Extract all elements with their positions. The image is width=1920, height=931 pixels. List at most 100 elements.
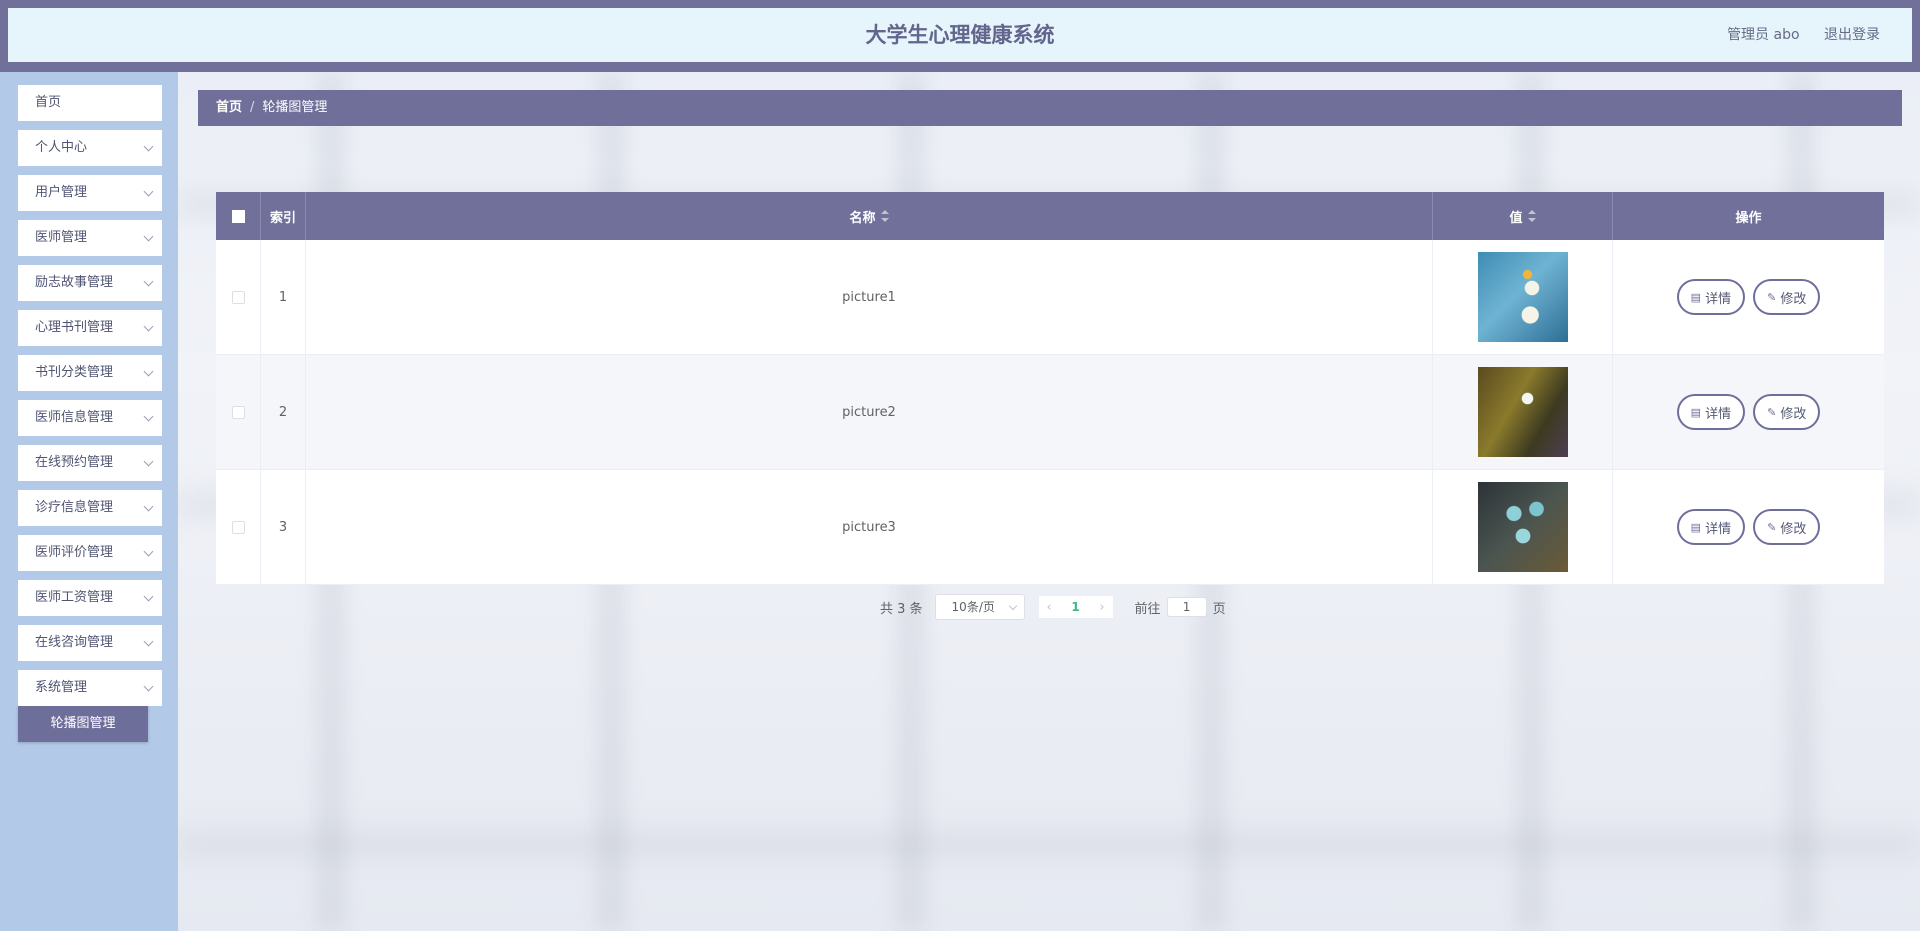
row-index: 2 [261,355,306,469]
sidebar-item[interactable]: 医师工资管理 [18,580,162,616]
row-index: 1 [261,240,306,354]
row-select-cell[interactable] [216,470,261,584]
sidebar-item[interactable]: 在线预约管理 [18,445,162,481]
sidebar-item[interactable]: 个人中心 [18,130,162,166]
edit-icon: ✎ [1767,521,1777,534]
chevron-down-icon [143,276,154,287]
chevron-down-icon [143,591,154,602]
edit-button-label: 修改 [1780,520,1807,536]
sidebar-item[interactable]: 诊疗信息管理 [18,490,162,526]
sort-icon[interactable] [1527,210,1536,222]
header-user-area: 管理员 abo 退出登录 [1707,8,1880,62]
page-size-value: 10条/页 [951,600,995,614]
row-name: picture3 [306,470,1433,584]
sidebar-item-label: 在线咨询管理 [35,635,114,650]
sidebar-item[interactable]: 书刊分类管理 [18,355,162,391]
pagination: 共 3 条 10条/页 ‹ 1 › 前往 1 页 [880,594,1226,620]
table-body: 1 picture1 ▤ 详情 ✎ 修改 2 picture2 ▤ 详情 ✎ 修改 3 picture3 ▤… [216,240,1884,585]
row-index: 3 [261,470,306,584]
page-size-select[interactable]: 10条/页 [934,594,1025,620]
sidebar-item-label: 在线预约管理 [35,455,114,470]
next-page-icon[interactable]: › [1099,600,1104,615]
detail-button-label: 详情 [1705,405,1732,421]
pagination-total: 共 3 条 [880,601,923,617]
row-checkbox[interactable] [231,290,245,304]
breadcrumb-home[interactable]: 首页 [216,100,242,115]
sort-icon[interactable] [880,210,889,222]
page-navigator: ‹ 1 › [1038,596,1113,618]
row-checkbox[interactable] [231,520,245,534]
detail-button-label: 详情 [1705,290,1732,306]
chevron-down-icon [143,546,154,557]
edit-button-label: 修改 [1780,405,1807,421]
sidebar-item[interactable]: 励志故事管理 [18,265,162,301]
chevron-down-icon [143,186,154,197]
sidebar-item[interactable]: 系统管理 [18,670,162,706]
detail-button[interactable]: ▤ 详情 [1676,509,1746,545]
table-row[interactable]: 1 picture1 ▤ 详情 ✎ 修改 [216,240,1884,355]
sidebar-item[interactable]: 医师评价管理 [18,535,162,571]
sidebar-item-label: 医师管理 [35,230,88,245]
row-checkbox[interactable] [231,405,245,419]
table-row[interactable]: 2 picture2 ▤ 详情 ✎ 修改 [216,355,1884,470]
chevron-down-icon [143,456,154,467]
chevron-down-icon [143,681,154,692]
sidebar-subitem-active[interactable]: 轮播图管理 [18,706,148,742]
header-index: 索引 [261,192,306,240]
detail-button[interactable]: ▤ 详情 [1676,394,1746,430]
sidebar-item-label: 个人中心 [35,140,88,155]
edit-icon: ✎ [1767,406,1777,419]
detail-button[interactable]: ▤ 详情 [1676,279,1746,315]
current-page-number[interactable]: 1 [1071,600,1079,614]
chevron-down-icon [143,366,154,377]
breadcrumb-current: 轮播图管理 [262,100,328,115]
edit-button[interactable]: ✎ 修改 [1753,394,1821,430]
header-value[interactable]: 值 [1433,192,1613,240]
edit-button[interactable]: ✎ 修改 [1753,509,1821,545]
app-title: 大学生心理健康系统 [865,23,1055,47]
row-name: picture1 [306,240,1433,354]
chevron-down-icon [143,411,154,422]
page-suffix: 页 [1212,601,1226,617]
table-row[interactable]: 3 picture3 ▤ 详情 ✎ 修改 [216,470,1884,585]
sidebar-item[interactable]: 在线咨询管理 [18,625,162,661]
document-icon: ▤ [1690,406,1702,419]
select-all-checkbox[interactable] [231,209,245,223]
goto-page-input[interactable]: 1 [1166,597,1207,617]
sidebar-item-label: 系统管理 [35,680,88,695]
sidebar-item-label: 医师信息管理 [35,410,114,425]
chevron-down-icon [143,141,154,152]
sidebar-item-label: 医师工资管理 [35,590,114,605]
logout-link[interactable]: 退出登录 [1824,27,1880,43]
sidebar-item[interactable]: 医师管理 [18,220,162,256]
row-thumbnail-image[interactable] [1477,482,1568,572]
edit-button[interactable]: ✎ 修改 [1753,279,1821,315]
row-value-cell [1433,355,1613,469]
row-select-cell[interactable] [216,355,261,469]
breadcrumb-separator: / [250,100,255,115]
sidebar-item[interactable]: 首页 [18,85,162,121]
sidebar-item[interactable]: 心理书刊管理 [18,310,162,346]
document-icon: ▤ [1690,291,1702,304]
row-thumbnail-image[interactable] [1477,252,1568,342]
header-value-label: 值 [1509,210,1523,226]
sidebar-item-label: 医师评价管理 [35,545,114,560]
sidebar: 首页个人中心用户管理医师管理励志故事管理 心理书刊管理 书刊分类管理医师信息管理 在线… [0,72,178,931]
chevron-down-icon [143,321,154,332]
row-select-cell[interactable] [216,240,261,354]
row-value-cell [1433,240,1613,354]
document-icon: ▤ [1690,521,1702,534]
sidebar-item[interactable]: 医师信息管理 [18,400,162,436]
sidebar-item[interactable]: 用户管理 [18,175,162,211]
prev-page-icon[interactable]: ‹ [1047,600,1052,615]
header-select-all[interactable] [216,192,261,240]
header-name-label: 名称 [849,210,876,226]
header-name[interactable]: 名称 [306,192,1433,240]
chevron-down-icon [1008,601,1017,611]
header-bar: 大学生心理健康系统 管理员 abo 退出登录 [8,8,1912,62]
edit-button-label: 修改 [1780,290,1807,306]
sidebar-item-label: 用户管理 [35,185,88,200]
row-thumbnail-image[interactable] [1477,367,1568,457]
edit-icon: ✎ [1767,291,1777,304]
goto-label: 前往 [1134,601,1161,617]
